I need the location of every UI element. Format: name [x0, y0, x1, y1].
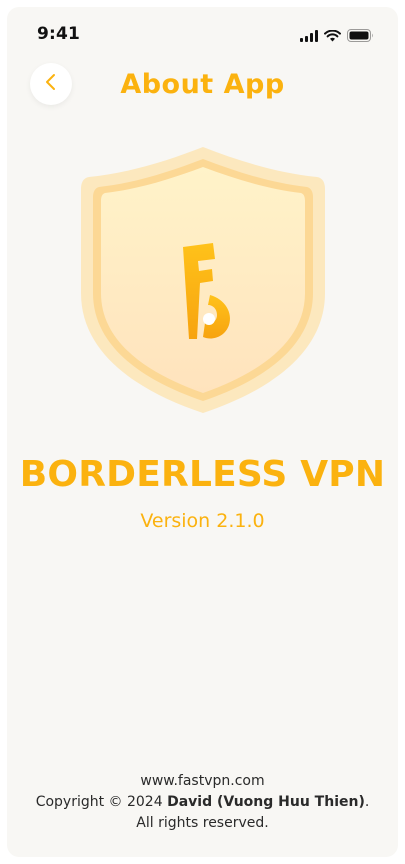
- page-title: About App: [120, 69, 285, 100]
- footer: www.fastvpn.com Copyright © 2024 David (…: [7, 771, 398, 834]
- shield-logo-icon: [79, 143, 327, 415]
- status-icons: [300, 27, 374, 46]
- copyright-suffix: .: [364, 794, 370, 810]
- app-version: Version 2.1.0: [140, 510, 265, 532]
- copyright-line: Copyright © 2024 David (Vuong Huu Thien)…: [7, 792, 398, 813]
- copyright-prefix: Copyright © 2024: [35, 794, 168, 810]
- status-bar: 9:41: [7, 7, 398, 57]
- app-name: BORDERLESS VPN: [19, 454, 386, 495]
- author-name: David (Vuong Huu Thien): [167, 794, 365, 810]
- battery-icon: [347, 27, 374, 46]
- status-time: 9:41: [37, 24, 81, 44]
- rights-text: All rights reserved.: [136, 815, 269, 831]
- app-screen: 9:41 About App BORDERLESS VPN Version 2.…: [7, 7, 398, 857]
- wifi-icon: [324, 27, 341, 46]
- website-link[interactable]: www.fastvpn.com: [7, 771, 398, 792]
- cellular-signal-icon: [300, 27, 318, 46]
